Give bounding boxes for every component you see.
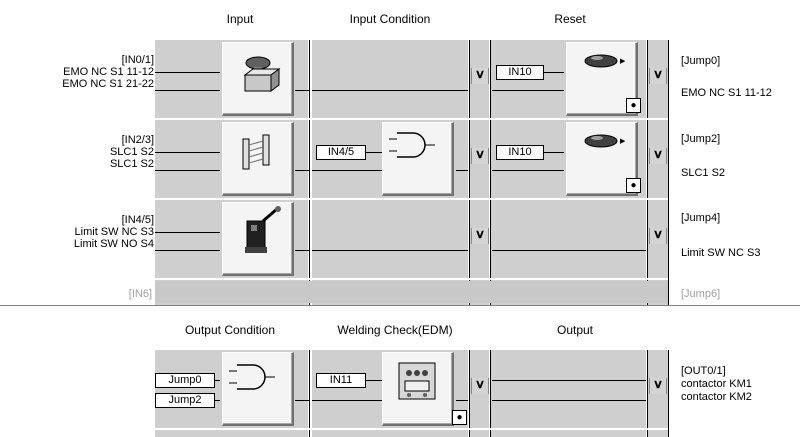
output-column — [491, 350, 646, 437]
output-id: [OUT0/1] — [681, 365, 726, 377]
settings-icon[interactable]: ● — [452, 410, 467, 425]
input-id: [IN4/5] — [121, 214, 154, 226]
settings-icon[interactable]: ● — [626, 98, 641, 113]
separator — [469, 350, 470, 437]
wire — [295, 170, 309, 171]
wire — [155, 152, 220, 153]
input-id: [IN6] — [128, 288, 152, 300]
and-gate-icon — [229, 364, 275, 390]
chevron-down-icon[interactable]: ∨ — [649, 378, 667, 394]
wire — [295, 250, 309, 251]
input-label-1: SLC1 S2 — [109, 146, 154, 158]
header-output-condition: Output Condition — [184, 323, 276, 337]
separator — [490, 350, 491, 437]
input-label-2: SLC1 S2 — [109, 158, 154, 170]
settings-icon[interactable]: ● — [626, 178, 641, 193]
wire — [492, 380, 646, 381]
input-label-1: Limit SW NC S3 — [74, 226, 154, 238]
separator — [647, 350, 648, 437]
wire — [155, 72, 220, 73]
separator — [668, 350, 669, 437]
chevron-down-icon[interactable]: ∨ — [471, 148, 489, 164]
condition-tag[interactable]: IN4/5 — [316, 145, 366, 160]
input-id: [IN2/3] — [121, 134, 154, 146]
wire — [155, 90, 220, 91]
reset-tag[interactable]: IN10 — [496, 145, 544, 160]
reset-tag[interactable]: IN10 — [496, 65, 544, 80]
separator — [309, 40, 310, 305]
row-divider — [155, 118, 668, 120]
output-condition-tag[interactable]: Jump2 — [155, 393, 215, 408]
and-gate-icon — [389, 132, 435, 158]
separator — [309, 350, 310, 437]
wire — [295, 400, 309, 401]
wire — [312, 170, 382, 171]
wire — [492, 170, 564, 171]
wire — [155, 170, 220, 171]
output-condition-tag[interactable]: Jump0 — [155, 373, 215, 388]
light-curtain-icon — [242, 134, 270, 170]
wire — [492, 90, 564, 91]
output-label-2: contactor KM2 — [681, 391, 752, 403]
separator — [490, 40, 491, 305]
chevron-down-icon[interactable]: ∨ — [649, 228, 667, 244]
chevron-down-icon[interactable]: ∨ — [471, 228, 489, 244]
input-device-tile[interactable] — [222, 42, 294, 116]
and-gate-tile[interactable] — [382, 122, 454, 196]
header-input: Input — [226, 12, 254, 26]
arrow-right-icon: ▶ — [620, 138, 626, 145]
jump-id: [Jump0] — [681, 55, 721, 67]
jump-label: Limit SW NC S3 — [681, 247, 761, 259]
jump-label: EMO NC S1 11-12 — [681, 87, 772, 99]
row-divider — [155, 278, 668, 280]
contactor-icon — [398, 362, 436, 400]
jump-label: SLC1 S2 — [681, 167, 726, 179]
wire — [215, 400, 220, 401]
wire — [155, 232, 220, 233]
wire — [155, 250, 220, 251]
header-output: Output — [556, 323, 594, 337]
wire — [312, 400, 382, 401]
input-label-2: EMO NC S1 21-22 — [62, 78, 154, 90]
edm-tag[interactable]: IN11 — [316, 373, 366, 388]
header-input-condition: Input Condition — [349, 12, 431, 26]
section-divider — [0, 305, 800, 307]
wire — [312, 90, 468, 91]
arrow-right-icon: ▶ — [620, 58, 626, 65]
chevron-down-icon[interactable]: ∨ — [471, 378, 489, 394]
wire — [215, 380, 220, 381]
input-device-tile[interactable] — [222, 122, 294, 196]
wire — [492, 400, 646, 401]
chevron-down-icon[interactable]: ∨ — [471, 68, 489, 84]
jump-id: [Jump2] — [681, 133, 721, 145]
wire — [366, 152, 382, 153]
wire — [544, 72, 564, 73]
row-divider — [155, 198, 668, 200]
input-label-1: EMO NC S1 11-12 — [63, 66, 154, 78]
input-id: [IN0/1] — [121, 54, 154, 66]
input-label-2: Limit SW NO S4 — [73, 238, 154, 250]
wire — [312, 250, 468, 251]
and-gate-tile[interactable] — [222, 352, 294, 426]
contactor-tile[interactable] — [382, 352, 454, 426]
emergency-stop-icon — [243, 56, 281, 92]
header-reset: Reset — [554, 12, 586, 26]
disabled-row-band — [155, 281, 668, 303]
wire — [456, 400, 468, 401]
chevron-down-icon[interactable]: ∨ — [649, 68, 667, 84]
jump-id: [Jump6] — [681, 288, 721, 300]
wire — [544, 152, 564, 153]
wire — [456, 170, 468, 171]
wire — [295, 90, 309, 91]
header-welding-check: Welding Check(EDM) — [337, 323, 453, 337]
output-label-1: contactor KM1 — [681, 378, 752, 390]
separator — [668, 40, 669, 305]
chevron-down-icon[interactable]: ∨ — [649, 148, 667, 164]
wire — [366, 380, 382, 381]
input-device-tile[interactable] — [222, 202, 294, 276]
wire — [492, 250, 646, 251]
limit-switch-icon — [245, 206, 281, 253]
row-divider — [155, 428, 668, 430]
jump-id: [Jump4] — [681, 212, 721, 224]
